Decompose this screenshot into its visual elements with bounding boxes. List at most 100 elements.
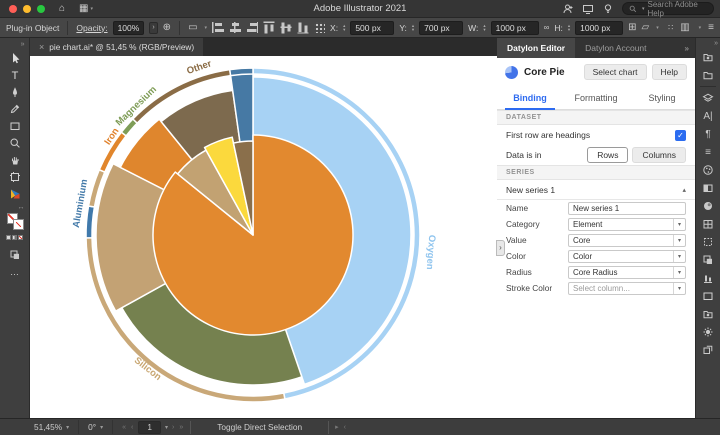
tab-styling[interactable]: Styling bbox=[629, 86, 695, 109]
brightness-panel-icon[interactable] bbox=[698, 323, 718, 341]
back-icon[interactable]: ‹ bbox=[344, 424, 347, 431]
align-right-icon[interactable] bbox=[246, 22, 258, 33]
datylon-plugin-tool-icon[interactable] bbox=[2, 185, 28, 202]
recolor-artwork-icon[interactable]: ⊕ bbox=[163, 23, 171, 33]
first-row-headings-checkbox[interactable]: ✓ bbox=[675, 130, 686, 141]
dropdown-category[interactable]: Element▾ bbox=[568, 218, 686, 231]
layers-panel-icon[interactable] bbox=[698, 89, 718, 107]
collapse-series-icon[interactable]: ▴ bbox=[682, 186, 686, 194]
document-setup-icon[interactable]: ▭ bbox=[188, 23, 197, 33]
close-window-icon[interactable] bbox=[9, 5, 17, 13]
workspace-layout-icon[interactable]: ▦ bbox=[79, 4, 88, 14]
screen-mode-icon[interactable] bbox=[2, 246, 28, 263]
chevron-down-icon[interactable]: ▾ bbox=[673, 219, 685, 230]
y-stepper[interactable]: ▴▾ bbox=[412, 24, 414, 32]
align-panel-icon[interactable] bbox=[698, 269, 718, 287]
tab-binding[interactable]: Binding bbox=[497, 86, 563, 109]
previous-artboard-icon[interactable]: ‹ bbox=[131, 424, 134, 431]
dropdown-value[interactable]: Core▾ bbox=[568, 234, 686, 247]
workspace-switcher-icon[interactable]: ▥ bbox=[680, 23, 689, 33]
distribute-icon[interactable] bbox=[314, 22, 325, 33]
gradient-panel-icon[interactable] bbox=[698, 179, 718, 197]
dropdown-color[interactable]: Color▾ bbox=[568, 250, 686, 263]
core-pie-chart[interactable]: OxygenSiliconAluminiumIronMagnesiumOther bbox=[30, 56, 497, 418]
opacity-value[interactable]: 100% bbox=[113, 21, 145, 35]
pathfinder-panel-icon[interactable] bbox=[698, 251, 718, 269]
none-tile[interactable] bbox=[18, 235, 23, 240]
gradient-tile[interactable] bbox=[12, 235, 17, 240]
help-button[interactable]: Help bbox=[652, 64, 687, 80]
link-dimensions-icon[interactable]: ∞ bbox=[544, 24, 550, 32]
chevron-down-icon[interactable]: ▾ bbox=[673, 283, 685, 294]
color-panel-icon[interactable] bbox=[698, 161, 718, 179]
dropdown-stroke-color[interactable]: Select column...▾ bbox=[568, 282, 686, 295]
select-chart-button[interactable]: Select chart bbox=[584, 64, 647, 80]
color-mode-tiles[interactable] bbox=[2, 229, 28, 246]
artboard-tool-icon[interactable] bbox=[2, 168, 28, 185]
paragraph-panel-icon[interactable]: ¶ bbox=[698, 125, 718, 143]
columns-button[interactable]: Columns bbox=[632, 147, 686, 163]
linked-file-panel-icon[interactable] bbox=[698, 341, 718, 359]
character-panel-icon[interactable]: A| bbox=[698, 107, 718, 125]
play-icon[interactable]: ▸ bbox=[335, 423, 340, 431]
align-left-icon[interactable] bbox=[212, 22, 224, 33]
opacity-expand-icon[interactable]: › bbox=[149, 22, 157, 34]
chevron-down-icon[interactable]: ▾ bbox=[673, 235, 685, 246]
symbols-panel-icon[interactable] bbox=[698, 215, 718, 233]
w-stepper[interactable]: ▴▾ bbox=[483, 24, 485, 32]
help-search-input[interactable]: ▾ Search Adobe Help bbox=[622, 2, 714, 15]
eyedropper-tool-icon[interactable] bbox=[2, 100, 28, 117]
libraries-panel-icon[interactable] bbox=[698, 48, 718, 66]
next-artboard-icon[interactable]: › bbox=[172, 424, 175, 431]
y-value[interactable]: 700 px bbox=[419, 21, 463, 35]
h-stepper[interactable]: ▴▾ bbox=[568, 24, 570, 32]
ring-segment-aluminium[interactable] bbox=[86, 206, 94, 238]
first-artboard-icon[interactable]: « bbox=[122, 424, 127, 431]
rotation-control[interactable]: 0° ▾ bbox=[82, 419, 109, 435]
rows-button[interactable]: Rows bbox=[587, 147, 628, 163]
arrange-documents-icon[interactable]: ∷ bbox=[668, 24, 673, 32]
minimize-window-icon[interactable] bbox=[23, 5, 31, 13]
transparency-panel-icon[interactable] bbox=[698, 197, 718, 215]
artboard-number-value[interactable]: 1 bbox=[138, 421, 161, 434]
transform-icon[interactable]: ⊞ bbox=[628, 23, 636, 33]
close-document-icon[interactable]: × bbox=[39, 42, 44, 52]
hand-tool-icon[interactable] bbox=[2, 151, 28, 168]
isolate-object-icon[interactable]: ▱ bbox=[642, 23, 650, 33]
x-value[interactable]: 500 px bbox=[350, 21, 394, 35]
w-value[interactable]: 1000 px bbox=[491, 21, 539, 35]
opacity-label[interactable]: Opacity: bbox=[76, 23, 107, 33]
menu-list-icon[interactable]: ≡ bbox=[708, 23, 714, 33]
home-icon[interactable]: ⌂ bbox=[59, 4, 65, 14]
asset-export-panel-icon[interactable] bbox=[698, 305, 718, 323]
type-tool-icon[interactable]: T bbox=[2, 66, 28, 83]
lightbulb-icon[interactable] bbox=[602, 3, 614, 15]
share-user-icon[interactable] bbox=[562, 3, 574, 15]
panel-edge-toggle[interactable]: › bbox=[496, 240, 505, 256]
fill-stroke-swatches[interactable] bbox=[2, 212, 28, 229]
input-name[interactable]: New series 1 bbox=[568, 202, 686, 215]
chevron-down-icon[interactable]: ▾ bbox=[673, 267, 685, 278]
swap-fill-stroke-icon[interactable]: ↔ bbox=[2, 202, 28, 212]
pen-tool-icon[interactable] bbox=[2, 83, 28, 100]
align-center-icon[interactable] bbox=[229, 22, 241, 33]
share-screen-icon[interactable] bbox=[582, 3, 594, 15]
zoom-tool-icon[interactable] bbox=[2, 134, 28, 151]
selection-tool-icon[interactable] bbox=[2, 49, 28, 66]
document-tab[interactable]: × pie chart.ai* @ 51,45 % (RGB/Preview) bbox=[30, 38, 203, 56]
transform-panel-icon[interactable] bbox=[698, 233, 718, 251]
stroke-swatch[interactable] bbox=[14, 220, 23, 229]
zoom-level-control[interactable]: 51,45% ▾ bbox=[28, 419, 75, 435]
tab-datylon-editor[interactable]: Datylon Editor bbox=[497, 38, 575, 58]
series-header[interactable]: New series 1 ▴ bbox=[497, 180, 695, 200]
color-tile[interactable] bbox=[6, 235, 11, 240]
artboard-canvas[interactable]: OxygenSiliconAluminiumIronMagnesiumOther bbox=[30, 56, 497, 418]
edit-toolbar-icon[interactable]: … bbox=[2, 263, 28, 280]
tab-datylon-account[interactable]: Datylon Account bbox=[575, 38, 656, 58]
collapse-dock-icon[interactable]: » bbox=[698, 39, 718, 48]
align-top-icon[interactable] bbox=[264, 22, 275, 34]
cc-files-panel-icon[interactable] bbox=[698, 66, 718, 84]
rectangle-tool-icon[interactable] bbox=[2, 117, 28, 134]
chevron-down-icon[interactable]: ▾ bbox=[673, 251, 685, 262]
align-bottom-icon[interactable] bbox=[298, 22, 309, 34]
